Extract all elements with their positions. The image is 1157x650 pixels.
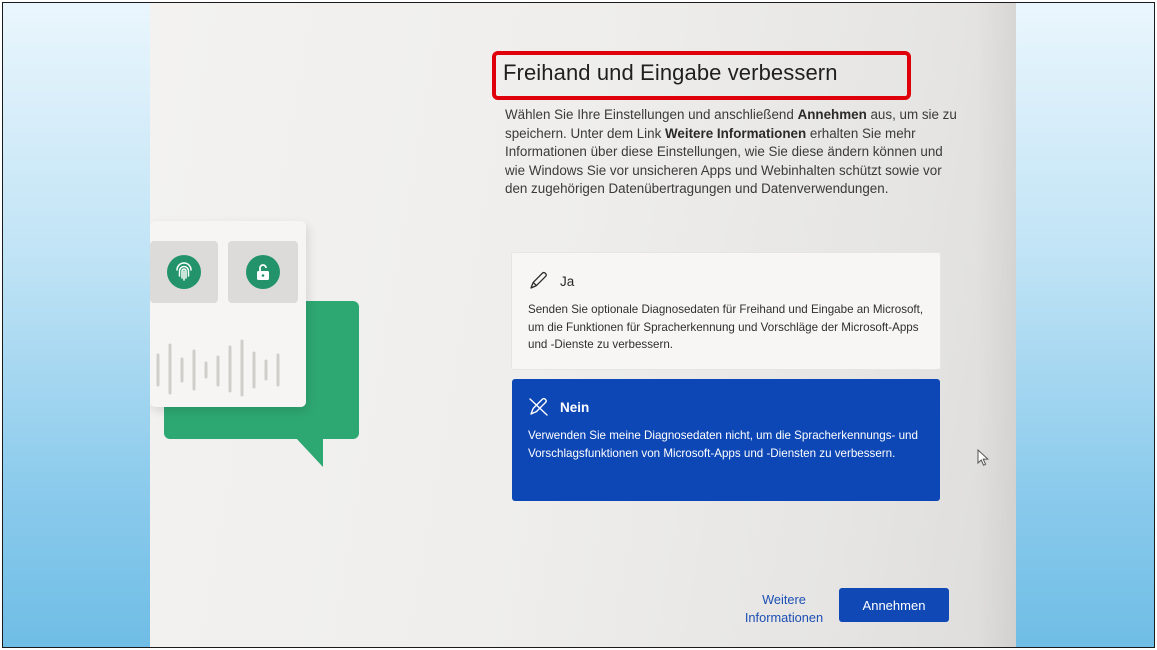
unlock-tile: [228, 241, 298, 303]
option-nein-label: Nein: [560, 399, 590, 415]
description-text: Wählen Sie Ihre Einstellungen und anschl…: [505, 107, 798, 122]
illustration: [150, 213, 390, 483]
description-bold-accept: Annehmen: [797, 107, 867, 122]
option-ja-label: Ja: [560, 273, 575, 289]
unlock-icon: [246, 255, 280, 289]
page-title: Freihand und Eingabe verbessern: [503, 60, 838, 85]
illustration-card: [150, 221, 306, 407]
pen-crossed-icon: [529, 397, 548, 416]
speech-bubble-tail: [295, 437, 323, 467]
slide-frame: Freihand und Eingabe verbessern Wählen S…: [2, 2, 1155, 648]
sound-wave-icon: [156, 339, 280, 397]
description-bold-more-info: Weitere Informationen: [665, 125, 807, 141]
fingerprint-tile: [150, 241, 218, 303]
option-ja-text: Senden Sie optionale Diagnosedaten für F…: [528, 303, 924, 352]
mouse-cursor-icon: [977, 449, 990, 466]
option-ja[interactable]: Ja Senden Sie optionale Diagnosedaten fü…: [511, 252, 941, 370]
option-nein[interactable]: Nein Verwenden Sie meine Diagnosedaten n…: [512, 379, 940, 501]
more-info-link[interactable]: Weitere Informationen: [725, 591, 843, 627]
pen-icon: [530, 271, 547, 289]
page-description: Wählen Sie Ihre Einstellungen und anschl…: [505, 106, 957, 199]
fingerprint-icon: [167, 255, 201, 289]
accept-button[interactable]: Annehmen: [839, 588, 949, 622]
option-nein-text: Verwenden Sie meine Diagnosedaten nicht,…: [528, 429, 918, 460]
